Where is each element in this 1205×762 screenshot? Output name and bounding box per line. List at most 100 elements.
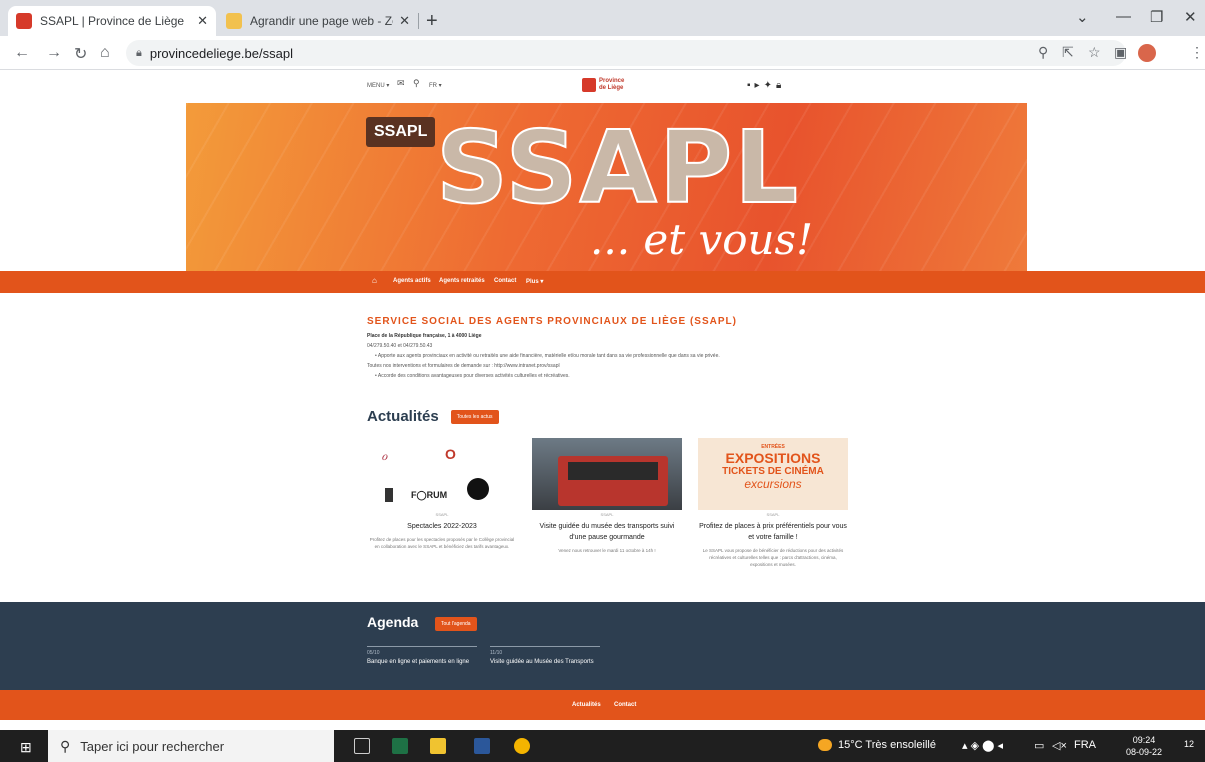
news-header: Actualités Toutes les actus xyxy=(367,408,499,425)
chrome-icon[interactable] xyxy=(514,738,530,754)
agenda-section: Agenda Tout l'agenda 05/10 Banque en lig… xyxy=(0,602,1205,690)
tram-image xyxy=(532,438,682,510)
tray-icons[interactable]: ▴ ◈ ⬤ ◂ xyxy=(962,739,1003,752)
lock-icon: 🔒︎ xyxy=(136,46,142,59)
intro-section: SERVICE SOCIAL DES AGENTS PROVINCIAUX DE… xyxy=(367,316,857,379)
home-icon[interactable]: ⌂ xyxy=(100,44,110,62)
tab-title: Agrandir une page web - Zoomer xyxy=(250,14,393,28)
url-input[interactable]: 🔒︎ provincedeliege.be/ssapl xyxy=(126,40,1126,66)
mail-icon[interactable]: ✉ xyxy=(397,78,405,89)
hero-badge: SSAPL xyxy=(366,117,436,147)
nav-agents-actifs[interactable]: Agents actifs xyxy=(393,278,431,284)
lock-login-icon[interactable]: 🔒︎ xyxy=(776,80,785,91)
address-bar-row: ← → ↻ ⌂ 🔒︎ provincedeliege.be/ssapl ⚲ ⇱ … xyxy=(0,36,1205,70)
agenda-date: 05/10 xyxy=(367,650,380,656)
twitter-icon[interactable]: ✦ xyxy=(764,80,776,91)
search-icon[interactable]: ⚲ xyxy=(413,78,420,89)
windows-start-icon[interactable]: ⊞ xyxy=(20,739,32,756)
agenda-event[interactable]: Banque en ligne et paiements en ligne xyxy=(367,658,477,666)
news-card-desc: Le SSAPL vous propose de bénéficier de r… xyxy=(702,548,844,567)
tab-search-icon[interactable]: ⌄ xyxy=(1076,8,1089,26)
facebook-icon[interactable]: ▪ xyxy=(747,80,755,91)
province-favicon-icon xyxy=(16,13,32,29)
menu-kebab-icon[interactable]: ⋮ xyxy=(1190,44,1204,61)
language-indicator[interactable]: FRA xyxy=(1074,739,1096,751)
hero-subtitle: ... et vous! xyxy=(590,215,813,264)
nav-plus[interactable]: Plus ▾ xyxy=(526,278,543,285)
notification-icon[interactable]: 12 xyxy=(1184,739,1194,749)
clock-date: 08-09-22 xyxy=(1126,747,1163,757)
news-card[interactable]: SSAPL Visite guidée du musée des transpo… xyxy=(532,438,682,554)
youtube-icon[interactable]: ▸ xyxy=(755,80,764,91)
reload-icon[interactable]: ↻ xyxy=(74,44,87,64)
file-explorer-icon[interactable] xyxy=(430,738,446,754)
side-panel-icon[interactable]: ▣ xyxy=(1114,44,1127,61)
windows-taskbar: ⊞ ⚲ Taper ici pour rechercher 15°C Très … xyxy=(0,730,1205,762)
clock[interactable]: 09:24 08-09-22 xyxy=(1126,734,1162,758)
volume-icon[interactable]: ◁× xyxy=(1052,739,1067,752)
zoom-favicon-icon xyxy=(226,13,242,29)
footer-link-actualites[interactable]: Actualités xyxy=(572,702,601,708)
agenda-item[interactable]: 11/10 Visite guidée au Musée des Transpo… xyxy=(490,646,600,666)
language-select[interactable]: FR ▾ xyxy=(429,82,442,89)
url-text: provincedeliege.be/ssapl xyxy=(149,45,293,61)
footer-link-contact[interactable]: Contact xyxy=(614,702,636,708)
intro-heading: SERVICE SOCIAL DES AGENTS PROVINCIAUX DE… xyxy=(367,316,737,327)
share-icon[interactable]: ⇱ xyxy=(1062,44,1074,61)
news-title: Actualités xyxy=(367,408,439,425)
hero-banner: SSAPL SSAPL ... et vous! xyxy=(186,103,1027,271)
nav-contact[interactable]: Contact xyxy=(494,278,516,284)
word-icon[interactable] xyxy=(474,738,490,754)
news-card[interactable]: ENTRÉES EXPOSITIONS TICKETS DE CINÉMA ex… xyxy=(698,438,848,568)
agenda-date: 11/10 xyxy=(490,650,503,656)
province-logo[interactable]: Province de Liège xyxy=(582,78,624,92)
intro-bullet-1: • Apporte aux agents provinciaux en acti… xyxy=(375,353,720,359)
zoom-icon[interactable]: ⚲ xyxy=(1038,44,1048,61)
spectacles-image: ℴ O F◯RUM xyxy=(367,438,517,510)
taskbar-search[interactable]: ⚲ Taper ici pour rechercher xyxy=(48,730,334,762)
tab-zoom[interactable]: Agrandir une page web - Zoomer ✕ xyxy=(218,6,418,36)
news-card-desc: Profitez de places pour les spectacles p… xyxy=(369,537,515,549)
weather-text[interactable]: 15°C Très ensoleillé xyxy=(838,739,936,751)
agenda-event[interactable]: Visite guidée au Musée des Transports xyxy=(490,658,600,666)
minimize-icon[interactable]: — xyxy=(1116,8,1131,25)
news-card[interactable]: ℴ O F◯RUM SSAPL Spectacles 2022-2023 Pro… xyxy=(367,438,517,550)
profile-avatar[interactable] xyxy=(1138,44,1156,62)
bookmark-star-icon[interactable]: ☆ xyxy=(1088,44,1101,61)
search-icon: ⚲ xyxy=(60,737,71,754)
news-card-category: SSAPL xyxy=(435,512,449,517)
close-window-icon[interactable]: ✕ xyxy=(1184,8,1197,26)
browser-tab-bar: SSAPL | Province de Liège ✕ Agrandir une… xyxy=(0,0,1205,36)
intro-bullet-2: • Accorde des conditions avantageuses po… xyxy=(375,373,570,379)
news-card-desc: Venez nous retrouver le mardi 11 octobre… xyxy=(558,548,656,553)
home-nav-icon[interactable]: ⌂ xyxy=(372,276,377,285)
nav-agents-retraites[interactable]: Agents retraités xyxy=(439,278,485,284)
news-card-category: SSAPL xyxy=(600,512,614,517)
task-view-icon[interactable] xyxy=(354,738,370,754)
close-tab-icon[interactable]: ✕ xyxy=(197,13,208,29)
weather-icon xyxy=(818,739,832,751)
site-top-nav: MENU ▾ ✉ ⚲ FR ▾ Province de Liège ▪▸✦🔒︎ xyxy=(367,78,847,98)
web-page: MENU ▾ ✉ ⚲ FR ▾ Province de Liège ▪▸✦🔒︎ S… xyxy=(0,70,1205,730)
maximize-icon[interactable]: ❐ xyxy=(1150,8,1163,26)
close-tab-icon[interactable]: ✕ xyxy=(399,13,410,29)
forward-icon[interactable]: → xyxy=(46,44,62,62)
intro-line-2[interactable]: Toutes nos interventions et formulaires … xyxy=(367,363,857,369)
network-icon[interactable]: ▭ xyxy=(1034,739,1044,752)
back-icon[interactable]: ← xyxy=(14,44,30,62)
tickets-image: ENTRÉES EXPOSITIONS TICKETS DE CINÉMA ex… xyxy=(698,438,848,510)
menu-link[interactable]: MENU ▾ xyxy=(367,82,389,89)
logo-line2: de Liège xyxy=(599,85,624,91)
new-tab-icon[interactable]: + xyxy=(426,10,438,33)
all-news-button[interactable]: Toutes les actus xyxy=(450,409,499,424)
news-card-title[interactable]: Spectacles 2022-2023 xyxy=(367,521,517,532)
taskbar-search-placeholder: Taper ici pour rechercher xyxy=(80,738,225,754)
news-card-title[interactable]: Visite guidée du musée des transports su… xyxy=(532,521,682,543)
main-nav: ⌂ Agents actifs Agents retraités Contact… xyxy=(0,271,1205,293)
agenda-item[interactable]: 05/10 Banque en ligne et paiements en li… xyxy=(367,646,477,666)
news-card-title[interactable]: Profitez de places à prix préférentiels … xyxy=(698,521,848,543)
all-agenda-button[interactable]: Tout l'agenda xyxy=(435,617,477,631)
clock-time: 09:24 xyxy=(1132,735,1156,745)
excel-icon[interactable] xyxy=(392,738,408,754)
tab-ssapl[interactable]: SSAPL | Province de Liège ✕ xyxy=(8,6,216,36)
